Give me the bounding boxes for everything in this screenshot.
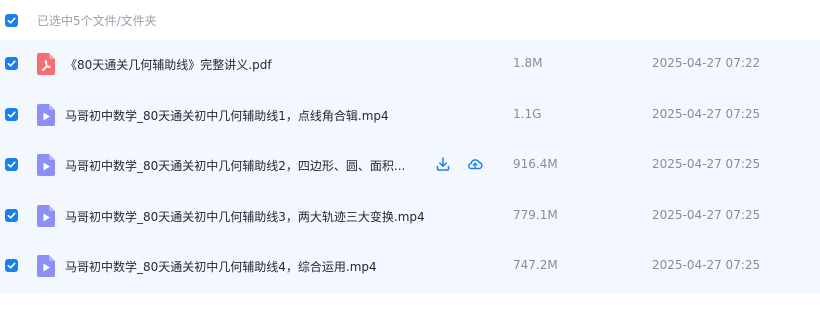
file-name[interactable]: 马哥初中数学_80天通关初中几何辅助线2，四边形、圆、面积...	[65, 157, 405, 174]
file-row[interactable]: 马哥初中数学_80天通关初中几何辅助线2，四边形、圆、面积... 916.4M …	[0, 141, 820, 192]
cloud-save-icon[interactable]	[467, 156, 483, 172]
check-icon	[7, 212, 16, 219]
row-checkbox[interactable]	[5, 158, 18, 172]
row-checkbox[interactable]	[5, 57, 18, 70]
file-date: 2025-04-27 07:25	[652, 258, 761, 273]
download-icon[interactable]	[435, 156, 451, 172]
pdf-file-icon	[37, 53, 55, 75]
check-icon	[7, 60, 16, 67]
file-name[interactable]: 马哥初中数学_80天通关初中几何辅助线1，点线角合辑.mp4	[65, 107, 389, 124]
check-icon	[7, 262, 16, 270]
file-date: 2025-04-27 07:25	[652, 207, 761, 222]
file-row[interactable]: 马哥初中数学_80天通关初中几何辅助线4，综合运用.mp4 747.2M 202…	[0, 242, 820, 293]
video-file-icon	[37, 103, 55, 126]
file-date: 2025-04-27 07:25	[652, 157, 761, 172]
file-row[interactable]: 《80天通关几何辅助线》完整讲义.pdf 1.8M 2025-04-27 07:…	[0, 40, 820, 91]
video-file-icon	[37, 154, 55, 177]
file-size: 747.2M	[513, 258, 558, 273]
file-size: 779.1M	[513, 207, 558, 222]
file-name[interactable]: 马哥初中数学_80天通关初中几何辅助线4，综合运用.mp4	[65, 258, 377, 275]
file-name[interactable]: 《80天通关几何辅助线》完整讲义.pdf	[65, 56, 272, 73]
file-list: 《80天通关几何辅助线》完整讲义.pdf 1.8M 2025-04-27 07:…	[0, 40, 820, 293]
video-file-icon	[37, 204, 55, 227]
check-icon	[7, 161, 16, 168]
check-icon	[7, 17, 16, 24]
selection-header: 已选中5个文件/文件夹	[0, 0, 820, 40]
check-icon	[7, 111, 16, 118]
row-checkbox[interactable]	[5, 107, 18, 121]
row-checkbox[interactable]	[5, 208, 18, 222]
video-file-icon	[37, 255, 55, 278]
file-size: 1.1G	[513, 106, 542, 121]
selection-count-text: 已选中5个文件/文件夹	[37, 14, 157, 28]
file-date: 2025-04-27 07:22	[652, 56, 761, 70]
file-size: 1.8M	[513, 56, 543, 70]
file-row[interactable]: 马哥初中数学_80天通关初中几何辅助线1，点线角合辑.mp4 1.1G 2025…	[0, 90, 820, 142]
row-checkbox[interactable]	[5, 259, 18, 273]
file-size: 916.4M	[513, 157, 558, 172]
select-all-checkbox[interactable]	[5, 14, 18, 27]
file-date: 2025-04-27 07:25	[652, 106, 761, 121]
file-name[interactable]: 马哥初中数学_80天通关初中几何辅助线3，两大轨迹三大变换.mp4	[65, 208, 425, 225]
file-row[interactable]: 马哥初中数学_80天通关初中几何辅助线3，两大轨迹三大变换.mp4 779.1M…	[0, 191, 820, 243]
